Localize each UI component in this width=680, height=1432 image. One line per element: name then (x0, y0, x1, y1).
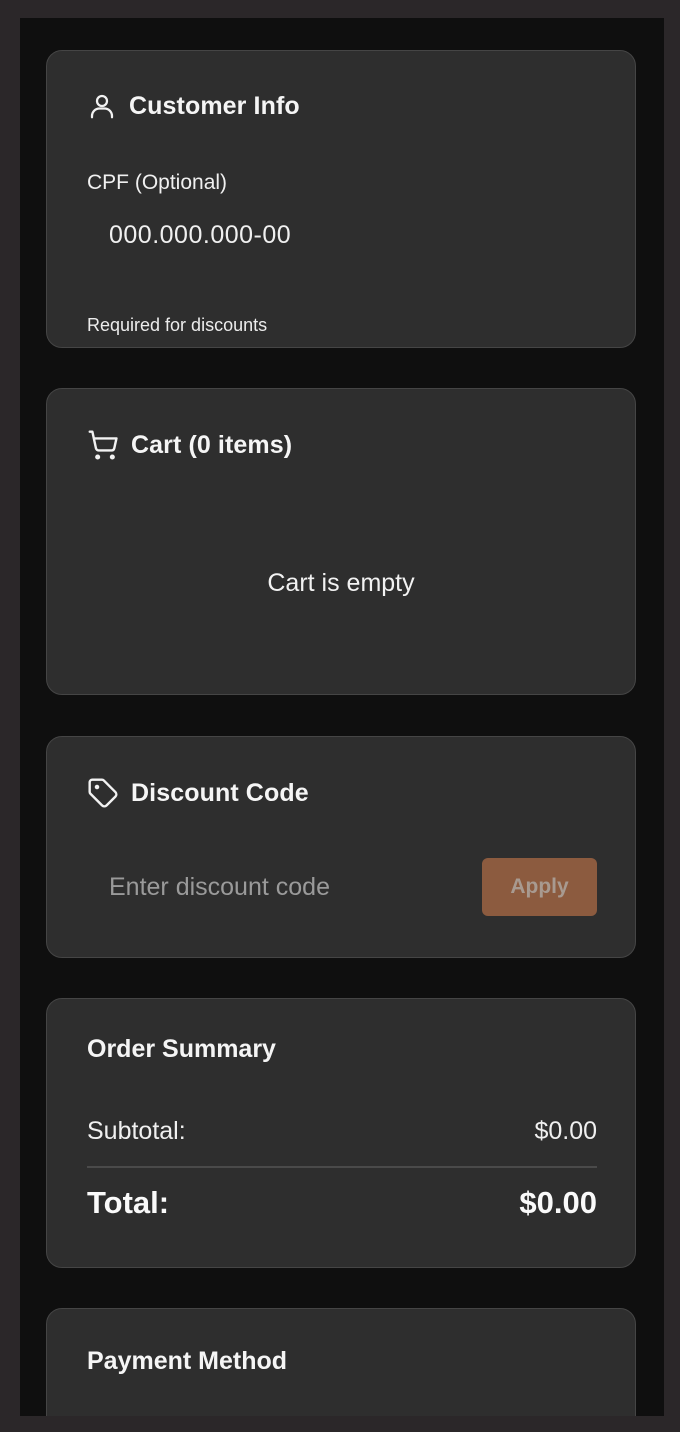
payment-method-card: Payment Method (46, 1308, 636, 1416)
cpf-helper-text: Required for discounts (87, 315, 268, 335)
summary-divider (87, 1166, 597, 1168)
total-label: Total: (87, 1185, 170, 1220)
total-value: $0.00 (519, 1185, 597, 1220)
customer-info-header: Customer Info (87, 91, 300, 121)
customer-info-title: Customer Info (129, 91, 300, 120)
order-summary-card: Order Summary Subtotal: $0.00 Total: $0.… (46, 998, 636, 1268)
shopping-cart-icon (87, 429, 119, 461)
subtotal-value: $0.00 (534, 1117, 597, 1145)
subtotal-row: Subtotal: $0.00 (87, 1117, 597, 1146)
user-icon (87, 91, 117, 121)
order-summary-title: Order Summary (87, 1035, 276, 1063)
customer-info-card: Customer Info CPF (Optional) Required fo… (46, 50, 636, 348)
cart-empty-message: Cart is empty (267, 569, 415, 597)
cart-card: Cart (0 items) Cart is empty (46, 388, 636, 695)
apply-discount-button[interactable]: Apply (482, 858, 597, 916)
payment-method-title: Payment Method (87, 1347, 288, 1375)
discount-code-input[interactable] (87, 861, 467, 913)
total-row: Total: $0.00 (87, 1185, 597, 1221)
cart-title: Cart (0 items) (131, 430, 293, 459)
cpf-input[interactable] (87, 211, 597, 259)
subtotal-label: Subtotal: (87, 1117, 186, 1145)
cart-header: Cart (0 items) (87, 429, 292, 461)
cpf-label: CPF (Optional) (87, 171, 228, 194)
discount-code-card: Discount Code Apply (46, 736, 636, 958)
tag-icon (87, 777, 119, 809)
discount-header: Discount Code (87, 777, 309, 809)
discount-title: Discount Code (131, 778, 309, 807)
checkout-panel: Customer Info CPF (Optional) Required fo… (20, 18, 664, 1416)
